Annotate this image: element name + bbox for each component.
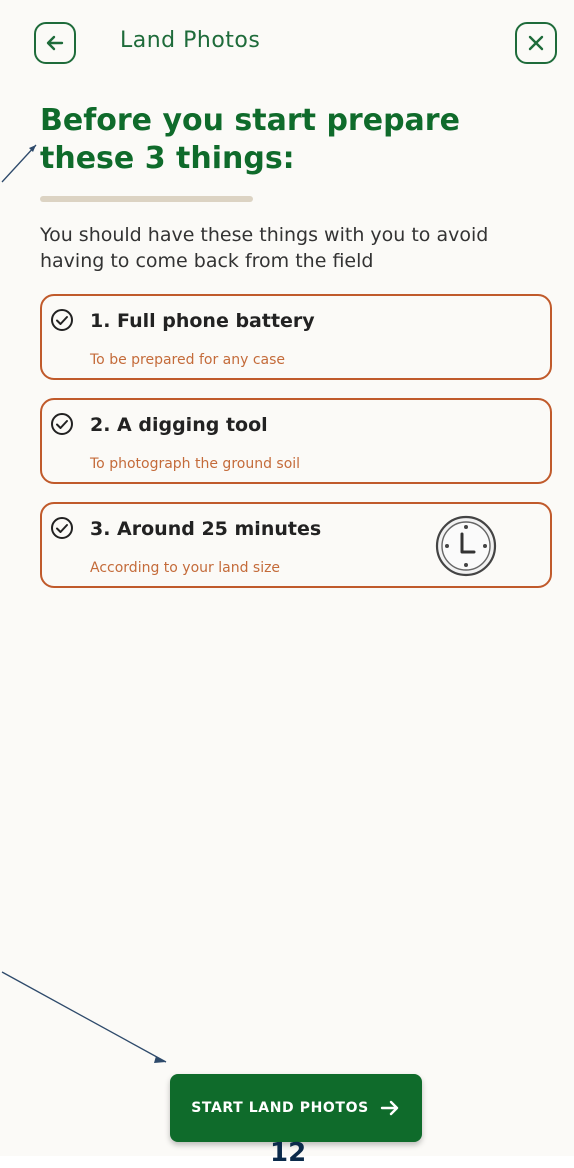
check-circle-icon <box>51 309 73 331</box>
checklist-item-title: 1. Full phone battery <box>90 310 315 332</box>
check-circle-icon <box>51 517 73 539</box>
screen: Land Photos Before you start prepare the… <box>0 0 574 1166</box>
top-bar: Land Photos <box>0 0 574 90</box>
clock-icon <box>435 515 497 577</box>
arrow-left-icon <box>46 35 64 51</box>
start-land-photos-label: START LAND PHOTOS <box>191 1100 369 1116</box>
checklist-item-description: To photograph the ground soil <box>90 456 301 472</box>
checklist-item-title: 2. A digging tool <box>90 414 268 436</box>
start-land-photos-button[interactable]: START LAND PHOTOS <box>170 1074 422 1142</box>
arrow-right-icon <box>380 1100 398 1116</box>
intro-text: You should have these things with you to… <box>40 224 489 272</box>
divider <box>40 196 253 202</box>
checklist-item-description: To be prepared for any case <box>90 352 286 368</box>
page-number: 12 <box>270 1138 307 1168</box>
checklist-item-digging-tool: 2. A digging tool To photograph the grou… <box>40 398 552 484</box>
annotation-arrow-bottom <box>1 971 167 1063</box>
checklist-item-title: 3. Around 25 minutes <box>90 518 322 540</box>
close-button[interactable] <box>515 22 557 64</box>
checklist-item-time: 3. Around 25 minutes According to your l… <box>40 502 552 588</box>
headline: Before you start prepare these 3 things: <box>40 103 460 176</box>
checklist-item-description: According to your land size <box>90 560 281 576</box>
check-circle-icon <box>51 413 73 435</box>
checklist-item-battery: 1. Full phone battery To be prepared for… <box>40 294 552 380</box>
page-title: Land Photos <box>120 28 261 53</box>
close-icon <box>528 35 544 51</box>
back-button[interactable] <box>34 22 76 64</box>
annotation-arrow-top <box>1 144 37 183</box>
